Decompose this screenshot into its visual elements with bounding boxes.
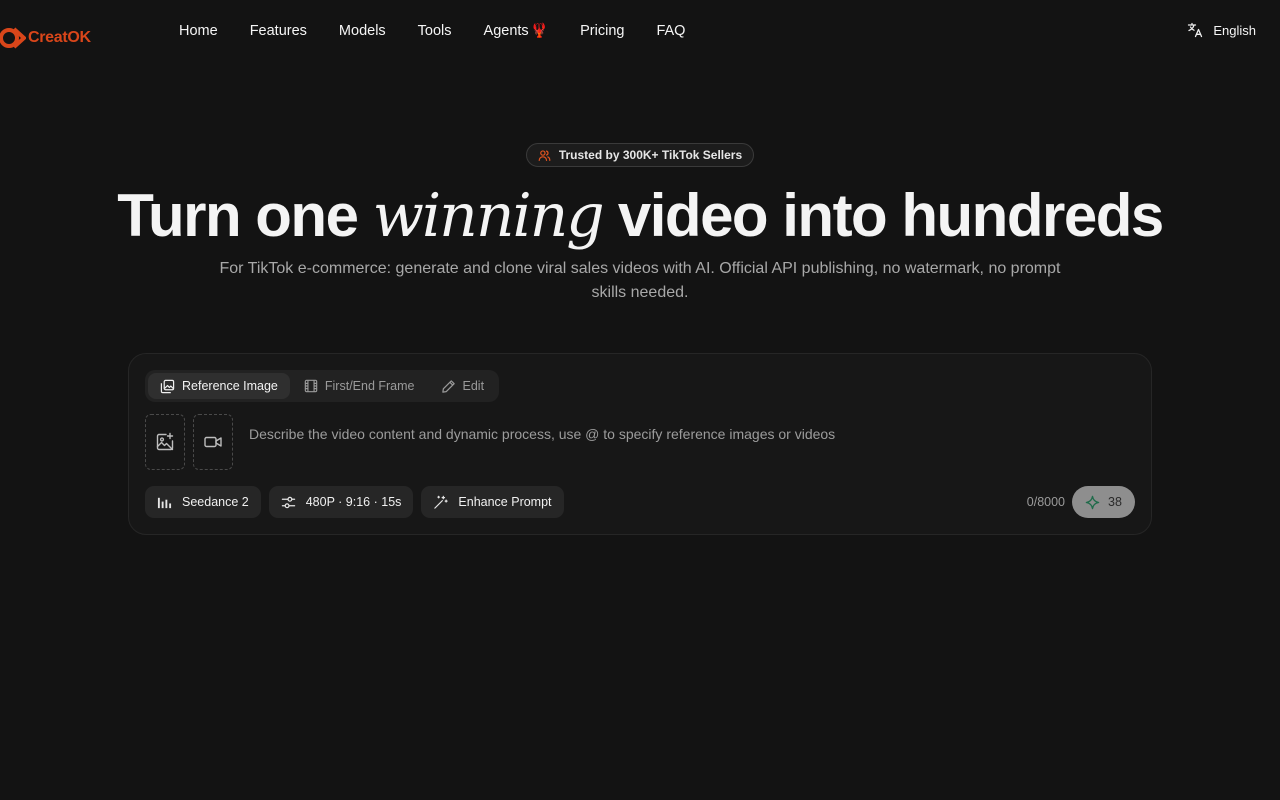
character-counter: 0/8000	[1026, 495, 1065, 509]
language-selector[interactable]: English	[1187, 22, 1256, 38]
users-icon	[538, 149, 551, 161]
enhance-prompt-button[interactable]: Enhance Prompt	[421, 486, 564, 518]
prompt-input[interactable]	[249, 422, 1109, 446]
generate-button[interactable]: 38	[1072, 486, 1135, 518]
nav-pricing[interactable]: Pricing	[580, 23, 624, 39]
video-settings-selector[interactable]: 480P · 9:16 · 15s	[268, 486, 414, 518]
lobster-icon: 🦞	[530, 22, 549, 38]
add-image-button[interactable]	[145, 414, 185, 470]
nav-models[interactable]: Models	[339, 23, 386, 39]
video-camera-icon	[204, 436, 222, 448]
generation-options: Seedance 2 480P · 9:16 · 15s Enhance Pro…	[145, 486, 564, 518]
bar-chart-icon	[157, 497, 172, 508]
nav-tools[interactable]: Tools	[418, 23, 452, 39]
hero-subtitle: For TikTok e-commerce: generate and clon…	[219, 260, 1061, 301]
tab-reference-image[interactable]: Reference Image	[148, 373, 290, 399]
tab-edit[interactable]: Edit	[429, 373, 497, 399]
nav-features[interactable]: Features	[250, 23, 307, 39]
video-composer: Reference Image First/End Frame Edit Des…	[128, 353, 1152, 535]
nav-faq[interactable]: FAQ	[656, 23, 685, 39]
top-navigation: CreatOK Home Features Models Tools Agent…	[0, 0, 1280, 64]
add-video-button[interactable]	[193, 414, 233, 470]
magic-wand-icon	[434, 495, 449, 509]
model-selector[interactable]: Seedance 2	[145, 486, 261, 518]
upload-slots	[145, 414, 233, 470]
mode-tabs: Reference Image First/End Frame Edit	[145, 370, 500, 402]
logo-text: CreatOK	[28, 29, 91, 46]
trust-badge: Trusted by 300K+ TikTok Sellers	[526, 143, 754, 167]
nav-links: Home Features Models Tools Agents 🦞 Pric…	[179, 22, 685, 39]
hero-title-emphasis: winning	[372, 181, 605, 251]
logo-mark-icon	[0, 27, 26, 49]
pencil-icon	[441, 379, 455, 393]
sparkle-icon	[1085, 495, 1100, 509]
image-plus-icon	[156, 432, 174, 451]
nav-home[interactable]: Home	[179, 23, 218, 39]
sliders-icon	[281, 496, 295, 508]
translate-icon	[1188, 22, 1203, 38]
images-icon	[160, 379, 175, 393]
nav-agents[interactable]: Agents 🦞	[484, 22, 549, 39]
logo[interactable]: CreatOK	[0, 26, 91, 50]
film-icon	[304, 379, 318, 393]
hero-title: Turn one winning video into hundreds	[117, 181, 1164, 251]
tab-first-end-frame[interactable]: First/End Frame	[292, 373, 427, 399]
trust-badge-text: Trusted by 300K+ TikTok Sellers	[558, 148, 743, 162]
credits-cost: 38	[1108, 495, 1122, 509]
language-label: English	[1213, 22, 1256, 38]
